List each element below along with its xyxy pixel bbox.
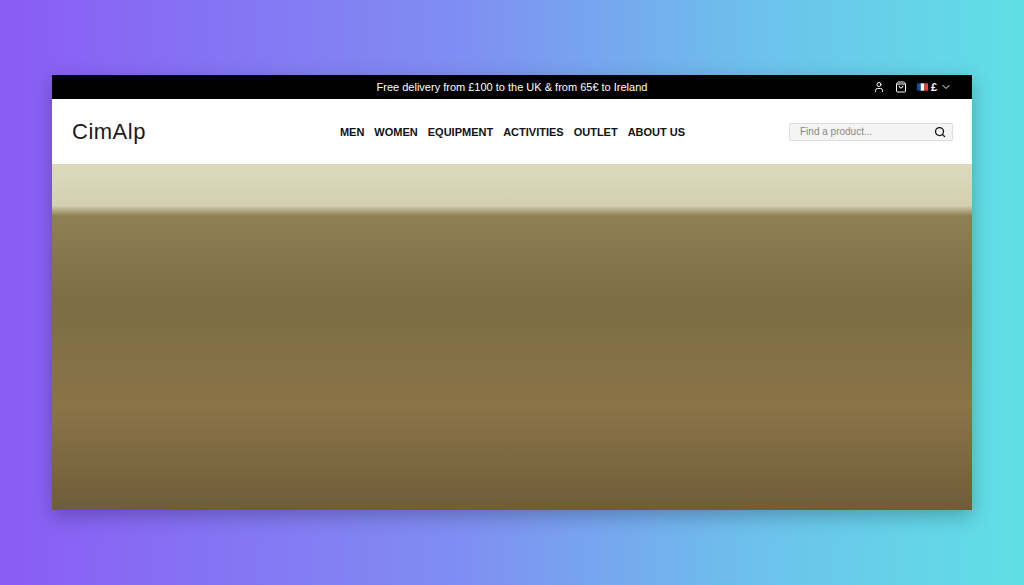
nav-item[interactable]: ACTIVITIES	[503, 126, 564, 138]
main-nav: MEN WOMEN EQUIPMENT ACTIVITIES OUTLET ABOUT U…	[340, 126, 685, 138]
currency-selector[interactable]: £	[917, 81, 952, 93]
top-icons: £	[873, 81, 952, 93]
nav-item[interactable]: EQUIPMENT	[428, 126, 493, 138]
nav-item[interactable]: ABOUT US	[628, 126, 685, 138]
nav-item[interactable]: MEN	[340, 126, 364, 138]
browser-window: Free delivery from £100 to the UK & from…	[52, 75, 972, 510]
chevron-down-icon	[940, 81, 952, 93]
search-box	[789, 123, 953, 141]
hero-photo	[52, 164, 972, 510]
nav-item[interactable]: OUTLET	[574, 126, 618, 138]
bag-icon[interactable]	[895, 81, 907, 93]
user-icon[interactable]	[873, 81, 885, 93]
currency-symbol: £	[931, 81, 937, 93]
french-flag-icon	[917, 83, 928, 91]
logo[interactable]: CimAlp	[72, 119, 340, 145]
search-input[interactable]	[798, 125, 934, 138]
top-bar: Free delivery from £100 to the UK & from…	[52, 75, 972, 99]
search-icon[interactable]	[934, 126, 946, 138]
page: Free delivery from £100 to the UK & from…	[0, 0, 1024, 585]
delivery-message: Free delivery from £100 to the UK & from…	[377, 81, 648, 93]
header: CimAlpMEN WOMEN EQUIPMENT ACTIVITIES OUTLET A…	[52, 99, 972, 164]
nav-item[interactable]: WOMEN	[374, 126, 417, 138]
